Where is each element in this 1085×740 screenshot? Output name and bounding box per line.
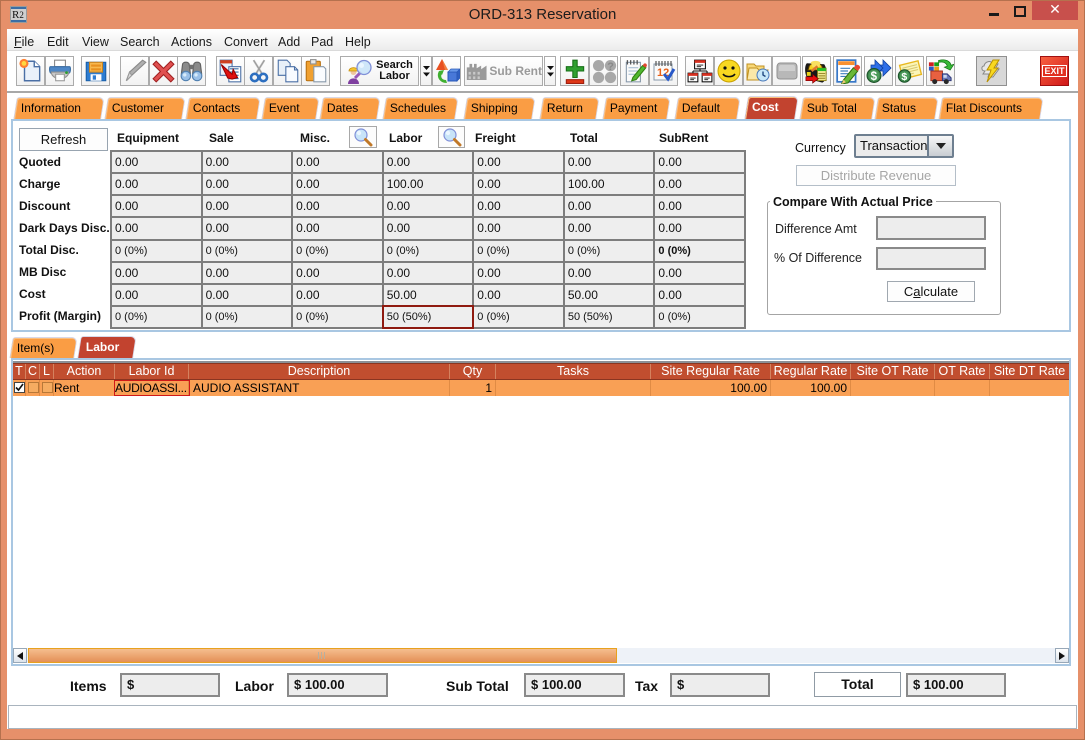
svg-text:$: $ — [901, 71, 907, 83]
svg-text:?: ? — [607, 61, 614, 73]
svg-text:$: $ — [870, 71, 877, 83]
